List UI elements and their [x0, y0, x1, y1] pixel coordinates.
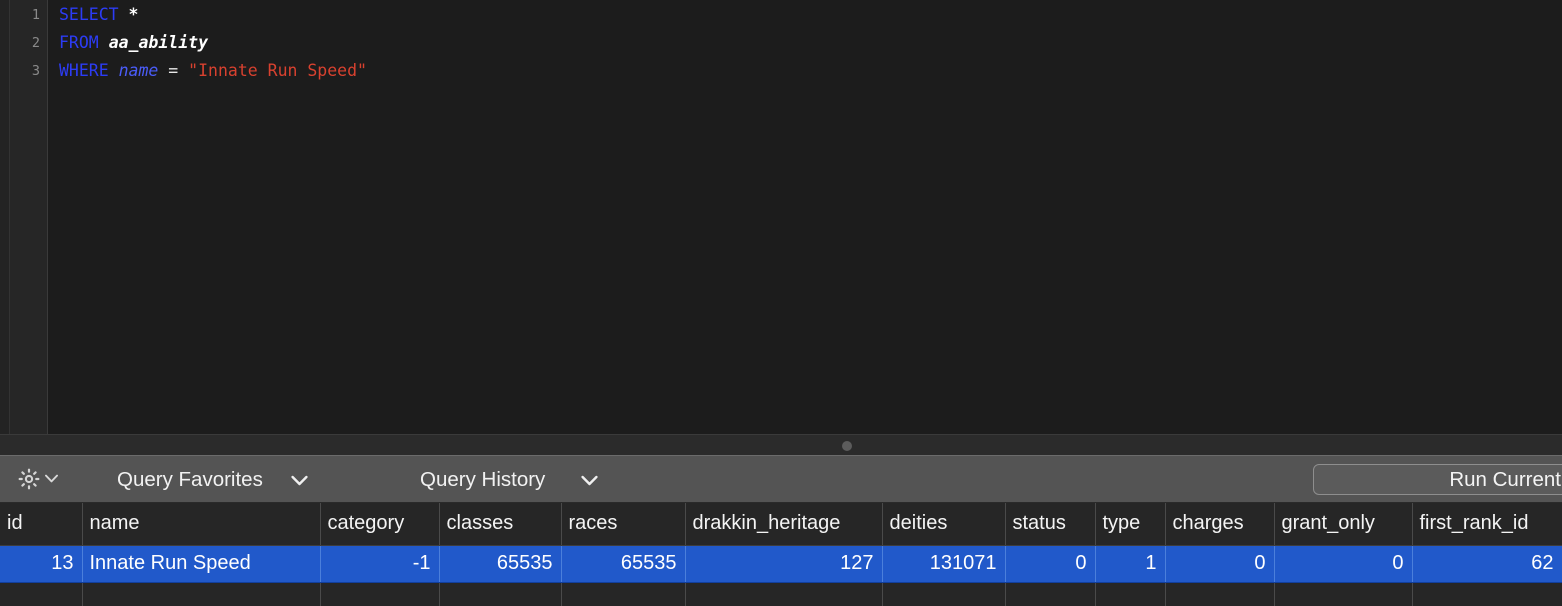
cell-empty[interactable]	[1165, 582, 1275, 606]
cell-empty[interactable]	[561, 582, 686, 606]
cell-first_rank_id[interactable]: 62	[1412, 545, 1562, 583]
cell-empty[interactable]	[685, 582, 883, 606]
column-header-id[interactable]: id	[0, 503, 83, 546]
cell-empty[interactable]	[1095, 582, 1166, 606]
cell-type[interactable]: 1	[1095, 545, 1166, 583]
column-header-type[interactable]: type	[1095, 503, 1166, 546]
column-header-category[interactable]: category	[320, 503, 440, 546]
line-number: 1	[31, 7, 40, 23]
sql-code-text-area[interactable]: SELECT * FROM aa_ability WHERE name = "Inn…	[48, 0, 1562, 434]
settings-menu-button[interactable]	[18, 464, 58, 494]
column-header-deities[interactable]: deities	[882, 503, 1006, 546]
code-token-kw: FROM	[59, 33, 99, 52]
column-header-name[interactable]: name	[82, 503, 321, 546]
cell-empty[interactable]	[882, 582, 1006, 606]
code-token-op	[109, 61, 119, 80]
column-header-drakkin_heritage[interactable]: drakkin_heritage	[685, 503, 883, 546]
cell-name[interactable]: Innate Run Speed	[82, 545, 321, 583]
run-current-button[interactable]: Run Current	[1313, 464, 1562, 495]
table-row-empty[interactable]	[0, 582, 1562, 606]
code-token-kw: WHERE	[59, 61, 109, 80]
cell-id[interactable]: 13	[0, 545, 83, 583]
column-header-classes[interactable]: classes	[439, 503, 562, 546]
column-header-first_rank_id[interactable]: first_rank_id	[1412, 503, 1562, 546]
cell-empty[interactable]	[0, 582, 83, 606]
line-number: 3	[31, 63, 40, 79]
cell-empty[interactable]	[439, 582, 562, 606]
chevron-down-icon[interactable]	[581, 468, 598, 492]
chevron-down-icon[interactable]	[291, 468, 308, 492]
code-token-op	[119, 5, 129, 24]
cell-category[interactable]: -1	[320, 545, 440, 583]
cell-grant_only[interactable]: 0	[1274, 545, 1413, 583]
code-token-star: *	[128, 5, 139, 24]
query-favorites-label: Query Favorites	[117, 467, 263, 491]
query-toolbar: Query Favorites Query History Run Curren…	[0, 456, 1562, 503]
column-header-races[interactable]: races	[561, 503, 686, 546]
cell-races[interactable]: 65535	[561, 545, 686, 583]
cell-empty[interactable]	[1412, 582, 1562, 606]
column-header-grant_only[interactable]: grant_only	[1274, 503, 1413, 546]
code-token-op: =	[158, 61, 189, 80]
cell-empty[interactable]	[1005, 582, 1096, 606]
cell-classes[interactable]: 65535	[439, 545, 562, 583]
sql-query-window: 1 2 3 SELECT * FROM aa_ability WHERE name …	[0, 0, 1562, 606]
editor-line-number-gutter: 1 2 3	[10, 0, 48, 434]
query-history-label: Query History	[420, 467, 546, 491]
chevron-down-icon[interactable]	[45, 470, 58, 488]
results-table: id name category classes races drakkin_herita…	[0, 503, 1562, 606]
code-token-col: name	[118, 61, 159, 80]
cell-deities[interactable]: 131071	[882, 545, 1006, 583]
query-results-grid[interactable]: id name category classes races drakkin_herita…	[0, 503, 1562, 606]
code-token-str: "Innate Run Speed"	[188, 61, 367, 80]
table-header-row: id name category classes races drakkin_herita…	[0, 503, 1562, 546]
code-token-op	[99, 33, 109, 52]
column-header-charges[interactable]: charges	[1165, 503, 1275, 546]
query-favorites-dropdown[interactable]: Query Favorites	[117, 456, 308, 503]
cell-empty[interactable]	[320, 582, 440, 606]
cell-empty[interactable]	[82, 582, 321, 606]
code-line: WHERE name = "Innate Run Speed"	[59, 57, 1562, 85]
code-token-table: aa_ability	[108, 33, 209, 52]
sql-editor-pane[interactable]: 1 2 3 SELECT * FROM aa_ability WHERE name …	[0, 0, 1562, 434]
line-number: 2	[31, 35, 40, 51]
cell-empty[interactable]	[1274, 582, 1413, 606]
cell-drakkin_heritage[interactable]: 127	[685, 545, 883, 583]
table-row[interactable]: 13 Innate Run Speed -1 65535 65535 127 131071 0…	[0, 545, 1562, 583]
code-line: FROM aa_ability	[59, 29, 1562, 57]
code-token-kw: SELECT	[59, 5, 119, 24]
cell-charges[interactable]: 0	[1165, 545, 1275, 583]
column-header-status[interactable]: status	[1005, 503, 1096, 546]
splitter-grab-handle[interactable]	[842, 441, 852, 451]
cell-status[interactable]: 0	[1005, 545, 1096, 583]
pane-splitter[interactable]	[0, 434, 1562, 456]
gear-icon[interactable]	[18, 468, 40, 490]
code-line: SELECT *	[59, 1, 1562, 29]
editor-left-rail	[0, 0, 10, 434]
query-history-dropdown[interactable]: Query History	[420, 456, 598, 503]
